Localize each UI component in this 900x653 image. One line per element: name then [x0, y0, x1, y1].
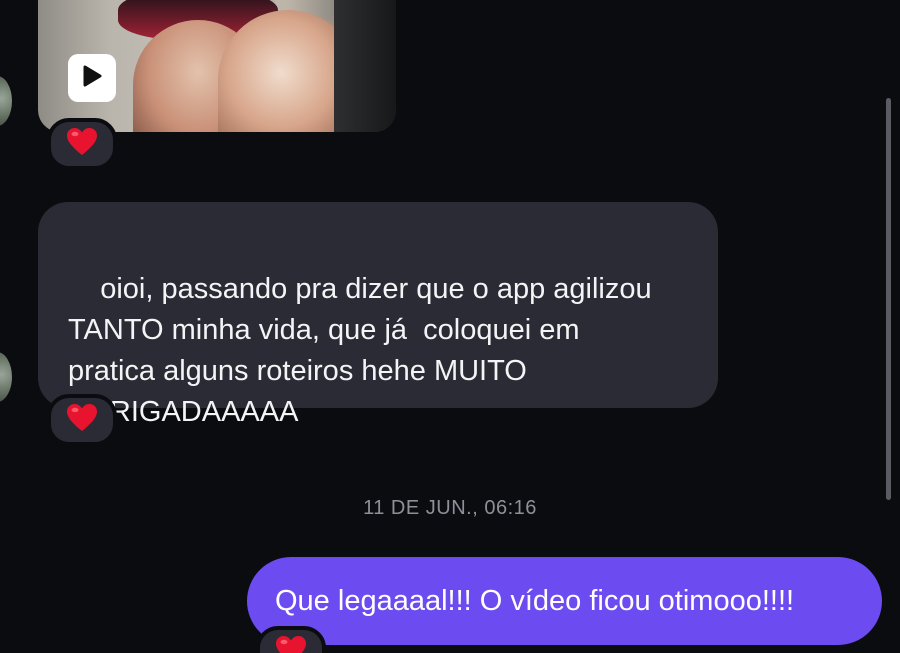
- sender-avatar[interactable]: [0, 76, 12, 126]
- scrollbar-thumb[interactable]: [886, 98, 891, 500]
- chat-thread: oioi, passando pra dizer que o app agili…: [0, 0, 900, 653]
- thumbnail-bucket: [334, 0, 396, 132]
- heart-icon: [275, 635, 307, 653]
- play-icon: [81, 64, 103, 93]
- outgoing-message-bubble[interactable]: Que legaaaal!!! O vídeo ficou otimooo!!!…: [247, 557, 882, 645]
- play-button[interactable]: [68, 54, 116, 102]
- incoming-message-text: oioi, passando pra dizer que o app agili…: [68, 273, 652, 428]
- video-reaction[interactable]: [47, 118, 117, 170]
- incoming-message-bubble[interactable]: oioi, passando pra dizer que o app agili…: [38, 202, 718, 428]
- heart-icon: [66, 127, 98, 162]
- sender-avatar[interactable]: [0, 352, 12, 402]
- outgoing-message-text: Que legaaaal!!! O vídeo ficou otimooo!!!…: [275, 585, 795, 617]
- outgoing-message-reaction[interactable]: [256, 626, 326, 653]
- date-divider: 11 DE JUN., 06:16: [363, 497, 537, 519]
- incoming-message-reaction[interactable]: [47, 394, 117, 446]
- heart-icon: [66, 403, 98, 438]
